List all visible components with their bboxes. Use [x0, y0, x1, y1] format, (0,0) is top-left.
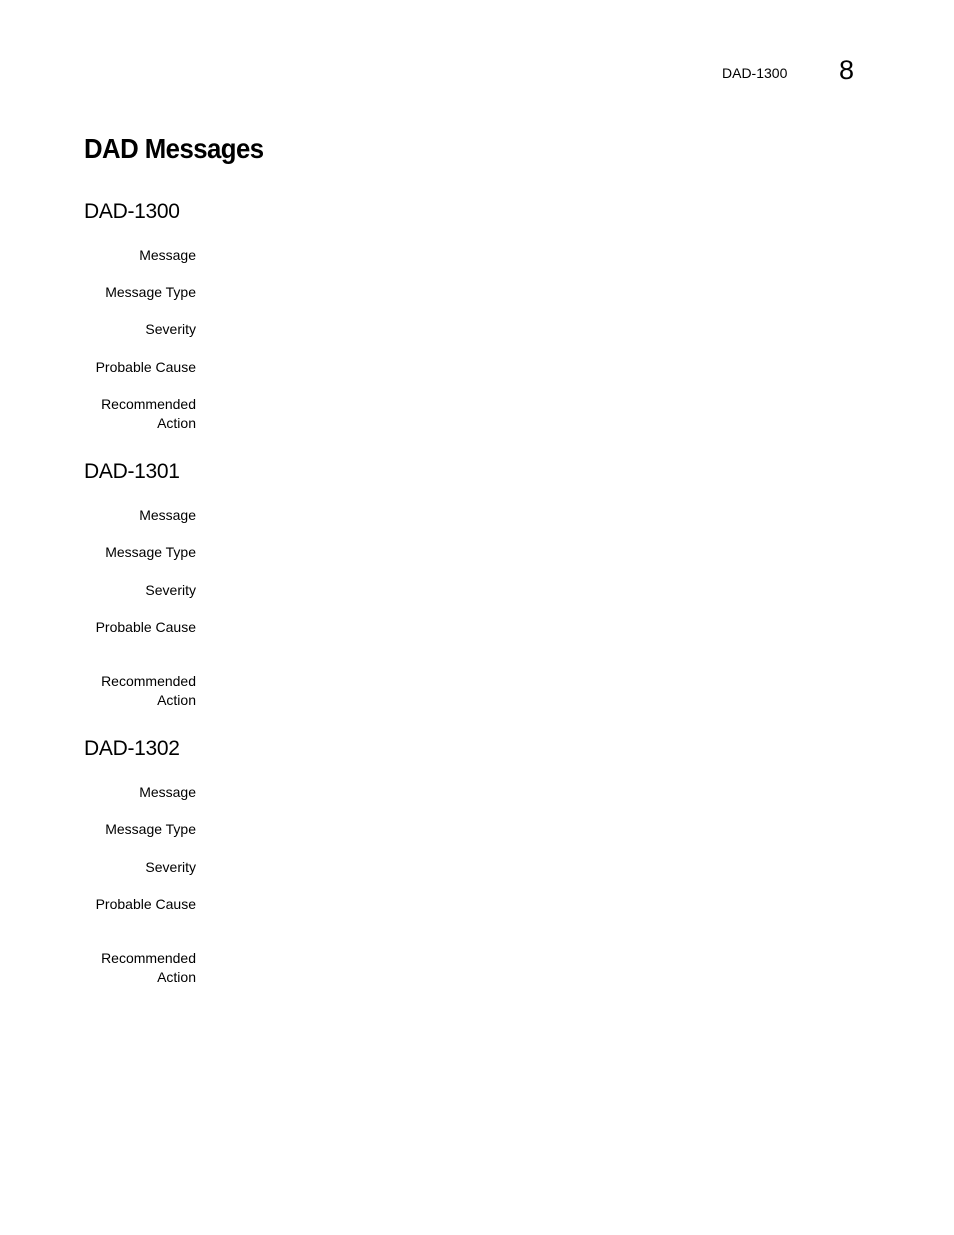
chapter-number: 8 — [839, 55, 855, 85]
label-recommended: Recommended — [101, 673, 196, 689]
label-recommended-action: Recommended Action — [101, 672, 196, 710]
label-action: Action — [157, 969, 196, 985]
label-recommended-action: Recommended Action — [101, 949, 196, 987]
section-title: DAD-1301 — [84, 460, 180, 483]
label-action: Action — [157, 692, 196, 708]
label-probable-cause: Probable Cause — [95, 896, 196, 912]
label-message: Message — [139, 507, 196, 523]
section-title: DAD-1302 — [84, 737, 180, 760]
label-message: Message — [139, 247, 196, 263]
label-severity: Severity — [145, 582, 196, 598]
label-recommended: Recommended — [101, 396, 196, 412]
label-probable-cause: Probable Cause — [95, 359, 196, 375]
label-severity: Severity — [145, 859, 196, 875]
label-probable-cause: Probable Cause — [95, 619, 196, 635]
page-title: DAD Messages — [84, 133, 264, 164]
label-message: Message — [139, 784, 196, 800]
label-action: Action — [157, 415, 196, 431]
label-message-type: Message Type — [105, 544, 196, 560]
header-message-code: DAD-1300 — [722, 65, 788, 81]
label-severity: Severity — [145, 321, 196, 337]
label-recommended: Recommended — [101, 950, 196, 966]
section-title: DAD-1300 — [84, 200, 180, 223]
label-message-type: Message Type — [105, 821, 196, 837]
label-message-type: Message Type — [105, 284, 196, 300]
label-recommended-action: Recommended Action — [101, 395, 196, 433]
